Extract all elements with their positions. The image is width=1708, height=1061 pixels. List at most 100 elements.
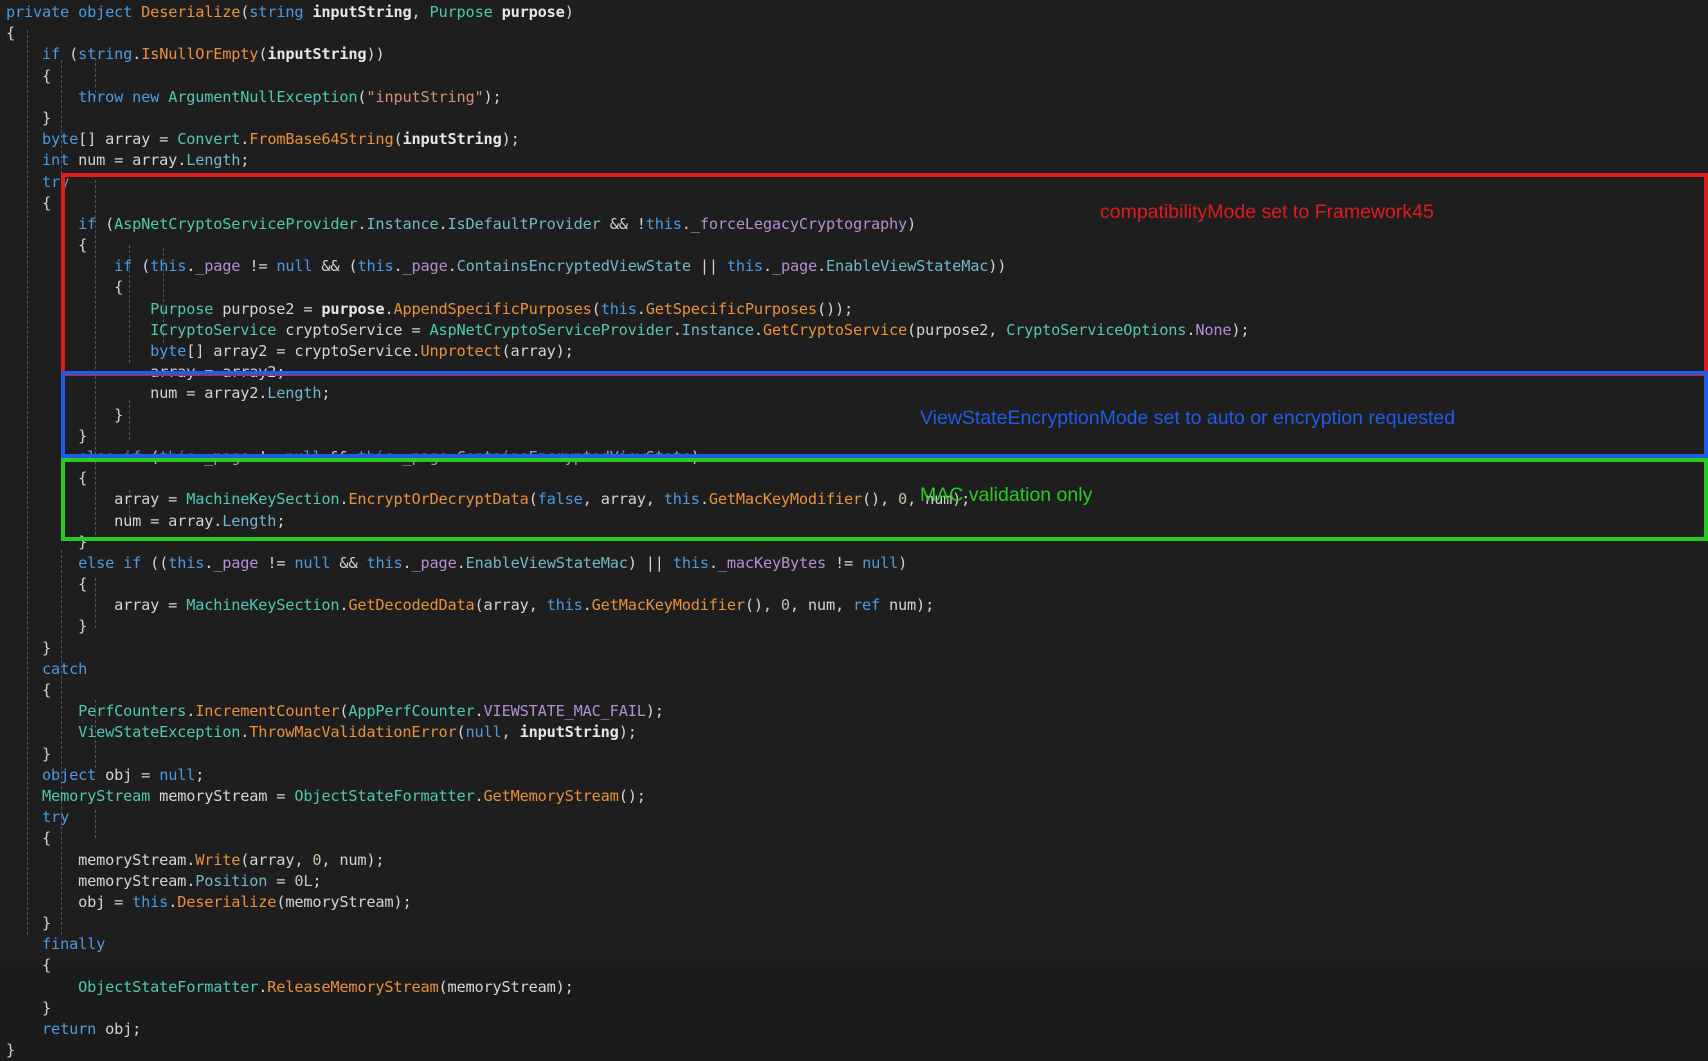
code-line[interactable]: {	[0, 193, 1708, 214]
code-token-mth: ReleaseMemoryStream	[267, 978, 438, 996]
code-line[interactable]: try	[0, 172, 1708, 193]
code-line[interactable]: private object Deserialize(string inputS…	[0, 2, 1708, 23]
code-line[interactable]: {	[0, 955, 1708, 976]
code-token-pln	[114, 554, 123, 572]
code-token-pln: ))	[366, 45, 384, 63]
code-line[interactable]: num = array2.Length;	[0, 383, 1708, 404]
code-token-fld: _page	[195, 257, 240, 275]
code-line[interactable]: }	[0, 426, 1708, 447]
code-line[interactable]: array = MachineKeySection.EncryptOrDecry…	[0, 489, 1708, 510]
code-token-pln: ;	[276, 512, 285, 530]
code-line[interactable]: {	[0, 235, 1708, 256]
code-token-kw: this	[159, 448, 195, 466]
code-token-pln	[132, 3, 141, 21]
code-token-fld: _page	[204, 448, 249, 466]
code-line[interactable]: PerfCounters.IncrementCounter(AppPerfCou…	[0, 701, 1708, 722]
code-token-pln: {	[114, 278, 123, 296]
code-line[interactable]: try	[0, 807, 1708, 828]
code-token-pln: array =	[114, 596, 186, 614]
line-indent	[6, 88, 78, 106]
code-token-pln: ();	[619, 787, 646, 805]
code-token-pln: num = array.	[114, 512, 222, 530]
code-line[interactable]: return obj;	[0, 1019, 1708, 1040]
code-token-kw: this	[357, 448, 393, 466]
code-line[interactable]: finally	[0, 934, 1708, 955]
code-line[interactable]: memoryStream.Position = 0L;	[0, 871, 1708, 892]
code-line[interactable]: else if ((this._page != null && this._pa…	[0, 553, 1708, 574]
line-indent	[6, 194, 42, 212]
code-token-pln: )	[565, 3, 574, 21]
code-token-pln: }	[42, 639, 51, 657]
line-indent	[6, 215, 78, 233]
code-line[interactable]: }	[0, 1040, 1708, 1061]
code-token-pln: {	[42, 194, 51, 212]
code-line[interactable]: {	[0, 680, 1708, 701]
code-token-prp: ContainsEncryptedViewState	[457, 448, 691, 466]
code-line[interactable]: byte[] array = Convert.FromBase64String(…	[0, 129, 1708, 150]
line-indent	[6, 278, 114, 296]
code-line[interactable]: {	[0, 277, 1708, 298]
code-line[interactable]: object obj = null;	[0, 765, 1708, 786]
code-line[interactable]: {	[0, 574, 1708, 595]
code-token-kw: int	[42, 151, 69, 169]
code-line[interactable]: if (this._page != null && (this._page.Co…	[0, 256, 1708, 277]
code-line[interactable]: ICryptoService cryptoService = AspNetCry…	[0, 320, 1708, 341]
line-indent	[6, 808, 42, 826]
code-line[interactable]: }	[0, 616, 1708, 637]
code-listing[interactable]: private object Deserialize(string inputS…	[0, 2, 1708, 1061]
code-line[interactable]: }	[0, 998, 1708, 1019]
code-token-str: "inputString"	[366, 88, 483, 106]
code-token-mth: Unprotect	[420, 342, 501, 360]
code-line[interactable]: }	[0, 532, 1708, 553]
code-token-pln: .	[240, 723, 249, 741]
code-line[interactable]: num = array.Length;	[0, 511, 1708, 532]
code-token-typ: PerfCounters	[78, 702, 186, 720]
code-token-prp: EnableViewStateMac	[826, 257, 988, 275]
code-token-prp: IsDefaultProvider	[448, 215, 601, 233]
code-token-kw: this	[132, 893, 168, 911]
code-token-kw: return	[42, 1020, 96, 1038]
code-token-kw: this	[646, 215, 682, 233]
code-line[interactable]: {	[0, 468, 1708, 489]
code-line[interactable]: }	[0, 638, 1708, 659]
code-line[interactable]: {	[0, 66, 1708, 87]
code-token-pln: {	[42, 956, 51, 974]
code-token-par: inputString	[312, 3, 411, 21]
code-token-pln: }	[42, 914, 51, 932]
code-line[interactable]: array = array2;	[0, 362, 1708, 383]
code-line[interactable]: MemoryStream memoryStream = ObjectStateF…	[0, 786, 1708, 807]
code-line[interactable]: }	[0, 744, 1708, 765]
code-line[interactable]: Purpose purpose2 = purpose.AppendSpecifi…	[0, 299, 1708, 320]
code-token-pln	[493, 3, 502, 21]
code-line[interactable]: if (AspNetCryptoServiceProvider.Instance…	[0, 214, 1708, 235]
code-line[interactable]: obj = this.Deserialize(memoryStream);	[0, 892, 1708, 913]
line-indent	[6, 384, 150, 402]
code-editor-surface[interactable]: private object Deserialize(string inputS…	[0, 0, 1708, 967]
code-token-pln: array = array2;	[150, 363, 285, 381]
code-token-typ: ICryptoService	[150, 321, 276, 339]
code-line[interactable]: ViewStateException.ThrowMacValidationErr…	[0, 722, 1708, 743]
code-token-pln	[159, 88, 168, 106]
code-line[interactable]: {	[0, 23, 1708, 44]
code-token-pln: {	[78, 236, 87, 254]
code-line[interactable]: byte[] array2 = cryptoService.Unprotect(…	[0, 341, 1708, 362]
code-line[interactable]: memoryStream.Write(array, 0, num);	[0, 850, 1708, 871]
code-token-kw: this	[664, 490, 700, 508]
code-token-pln: ;	[312, 872, 321, 890]
code-line[interactable]: if (string.IsNullOrEmpty(inputString))	[0, 44, 1708, 65]
code-line[interactable]: throw new ArgumentNullException("inputSt…	[0, 87, 1708, 108]
code-line[interactable]: array = MachineKeySection.GetDecodedData…	[0, 595, 1708, 616]
code-line[interactable]: catch	[0, 659, 1708, 680]
code-line[interactable]: }	[0, 108, 1708, 129]
code-line[interactable]: int num = array.Length;	[0, 150, 1708, 171]
code-token-pln: .	[258, 978, 267, 996]
code-line[interactable]: {	[0, 828, 1708, 849]
code-line[interactable]: }	[0, 405, 1708, 426]
code-token-kw: this	[150, 257, 186, 275]
line-indent	[6, 512, 114, 530]
code-token-num: 0	[898, 490, 907, 508]
code-line[interactable]: }	[0, 913, 1708, 934]
code-line[interactable]: ObjectStateFormatter.ReleaseMemoryStream…	[0, 977, 1708, 998]
code-token-pln: .	[709, 554, 718, 572]
code-line[interactable]: else if (this._page != null && this._pag…	[0, 447, 1708, 468]
